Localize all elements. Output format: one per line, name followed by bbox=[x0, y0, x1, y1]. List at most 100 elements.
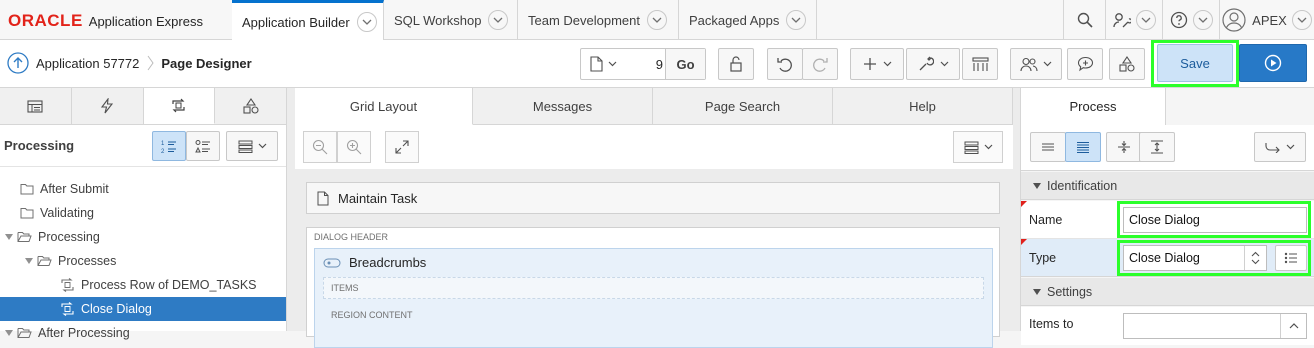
page-designer-toolbar: Application 57772 Page Designer 9 Go Sav… bbox=[0, 40, 1314, 88]
tab-processing[interactable] bbox=[143, 88, 216, 124]
shared-components-icon bbox=[971, 56, 989, 71]
chevron-down-icon bbox=[608, 61, 617, 67]
tree-node-processing[interactable]: Processing bbox=[0, 225, 286, 249]
oracle-logo[interactable]: ORACLE Application Express bbox=[8, 11, 203, 31]
search-button[interactable] bbox=[1063, 0, 1105, 40]
tab-help[interactable]: Help bbox=[833, 88, 1013, 125]
zoom-in-button[interactable] bbox=[337, 131, 371, 163]
rendering-tree-icon bbox=[27, 99, 43, 113]
center-pane-tabs: Grid Layout Messages Page Search Help bbox=[295, 88, 1021, 125]
users-icon bbox=[1020, 57, 1038, 71]
chevron-down-icon[interactable] bbox=[356, 12, 377, 32]
component-type-view-button[interactable] bbox=[186, 131, 220, 161]
top-navigation: ORACLE Application Express Application B… bbox=[0, 0, 1314, 41]
chevron-down-icon bbox=[883, 61, 891, 67]
required-indicator bbox=[1021, 201, 1027, 207]
create-menu-button[interactable] bbox=[850, 48, 904, 80]
grid-layout-toolbar bbox=[295, 125, 1013, 169]
go-button[interactable]: Go bbox=[665, 49, 705, 79]
tab-dynamic-actions[interactable] bbox=[72, 88, 144, 124]
chevron-down-icon[interactable] bbox=[647, 10, 667, 30]
shapes-button[interactable] bbox=[1109, 48, 1145, 80]
search-icon bbox=[1077, 12, 1093, 28]
wrench-icon bbox=[919, 56, 934, 71]
breadcrumbs-region[interactable]: Breadcrumbs ITEMS REGION CONTENT bbox=[314, 248, 993, 348]
team-development-menu-button[interactable] bbox=[1010, 48, 1062, 80]
up-arrow-icon[interactable] bbox=[7, 52, 29, 74]
name-label: Name bbox=[1029, 212, 1063, 227]
tab-page-search[interactable]: Page Search bbox=[653, 88, 833, 125]
go-to-group-menu[interactable] bbox=[1254, 132, 1306, 162]
chevron-down-icon bbox=[1291, 10, 1312, 30]
undo-button[interactable] bbox=[767, 48, 803, 80]
tree-node-after-submit[interactable]: After Submit bbox=[0, 177, 286, 201]
show-common-button[interactable] bbox=[1030, 132, 1066, 162]
group-identification[interactable]: Identification bbox=[1021, 172, 1314, 200]
tab-rendering[interactable] bbox=[0, 88, 72, 124]
chevron-down-icon bbox=[984, 144, 992, 150]
caret-down-icon[interactable] bbox=[25, 258, 33, 264]
processing-icon bbox=[172, 98, 185, 113]
chevron-down-icon[interactable] bbox=[488, 10, 509, 30]
page-number-input[interactable]: 9 bbox=[643, 57, 663, 72]
help-icon bbox=[1170, 11, 1187, 29]
page-list-button[interactable] bbox=[590, 56, 617, 72]
property-name: Name Close Dialog bbox=[1021, 201, 1314, 239]
dialog-header-position[interactable]: DIALOG HEADER Breadcrumbs ITEMS REGION C… bbox=[306, 227, 1000, 348]
folder-open-icon bbox=[17, 232, 32, 242]
tree-node-validating[interactable]: Validating bbox=[0, 201, 286, 225]
page-icon bbox=[590, 56, 603, 72]
nav-tab-packaged-apps[interactable]: Packaged Apps bbox=[679, 0, 817, 40]
run-page-button[interactable] bbox=[1239, 44, 1307, 82]
nav-tab-team-development[interactable]: Team Development bbox=[518, 0, 679, 40]
property-type: Type Close Dialog bbox=[1021, 239, 1314, 277]
breadcrumb-application-link[interactable]: Application 57772 bbox=[36, 56, 139, 71]
chevron-down-icon bbox=[1286, 144, 1295, 150]
expand-all-button[interactable] bbox=[1139, 132, 1175, 162]
chevron-down-icon bbox=[940, 61, 948, 67]
shapes-icon bbox=[243, 98, 259, 114]
nav-tab-application-builder[interactable]: Application Builder bbox=[232, 0, 384, 41]
tree-node-process-row[interactable]: Process Row of DEMO_TASKS bbox=[0, 273, 286, 297]
redo-button[interactable] bbox=[802, 48, 838, 80]
lock-button[interactable] bbox=[718, 48, 754, 80]
tab-grid-layout[interactable]: Grid Layout bbox=[295, 88, 473, 125]
utilities-menu-button[interactable] bbox=[906, 48, 960, 80]
chevron-up-icon[interactable] bbox=[1280, 314, 1306, 338]
breadcrumbs-region-title: Breadcrumbs bbox=[349, 255, 427, 270]
processing-options-menu[interactable] bbox=[226, 131, 278, 161]
help-menu-button[interactable] bbox=[1162, 0, 1219, 40]
zoom-out-icon bbox=[312, 139, 328, 155]
collapse-icon bbox=[1118, 141, 1130, 153]
administration-menu-button[interactable] bbox=[1105, 0, 1162, 40]
page-name: Maintain Task bbox=[338, 190, 418, 206]
tree-node-processes[interactable]: Processes bbox=[0, 249, 286, 273]
chevron-down-icon bbox=[1043, 61, 1052, 67]
show-all-button[interactable] bbox=[1065, 132, 1101, 162]
page-region-maintain-task[interactable]: Maintain Task bbox=[306, 182, 1000, 214]
property-items-to-return: Items to bbox=[1021, 307, 1314, 345]
user-menu-button[interactable]: APEX bbox=[1219, 0, 1314, 40]
zoom-out-button[interactable] bbox=[303, 131, 337, 163]
shared-components-button[interactable] bbox=[962, 48, 998, 80]
breadcrumb-current-page: Page Designer bbox=[161, 55, 252, 71]
execution-order-view-button[interactable]: 12 bbox=[152, 131, 186, 161]
comments-button[interactable] bbox=[1067, 48, 1103, 80]
tab-shared-components[interactable] bbox=[215, 88, 286, 124]
caret-down-icon[interactable] bbox=[5, 234, 13, 240]
chevron-down-icon[interactable] bbox=[786, 10, 807, 30]
nav-tab-sql-workshop[interactable]: SQL Workshop bbox=[384, 0, 518, 40]
required-indicator bbox=[1021, 239, 1027, 245]
group-settings[interactable]: Settings bbox=[1021, 278, 1314, 306]
tab-process[interactable]: Process bbox=[1021, 88, 1166, 125]
grid-layout-menu-button[interactable] bbox=[953, 131, 1003, 163]
expand-button[interactable] bbox=[385, 131, 419, 163]
redo-icon bbox=[813, 58, 828, 72]
items-to-return-field[interactable] bbox=[1123, 313, 1307, 339]
tree-node-after-processing[interactable]: After Processing bbox=[0, 321, 286, 345]
folder-icon bbox=[20, 184, 34, 195]
tree-node-close-dialog[interactable]: Close Dialog bbox=[0, 297, 286, 321]
tab-messages[interactable]: Messages bbox=[473, 88, 653, 125]
user-name: APEX bbox=[1252, 12, 1287, 28]
collapse-all-button[interactable] bbox=[1106, 132, 1142, 162]
